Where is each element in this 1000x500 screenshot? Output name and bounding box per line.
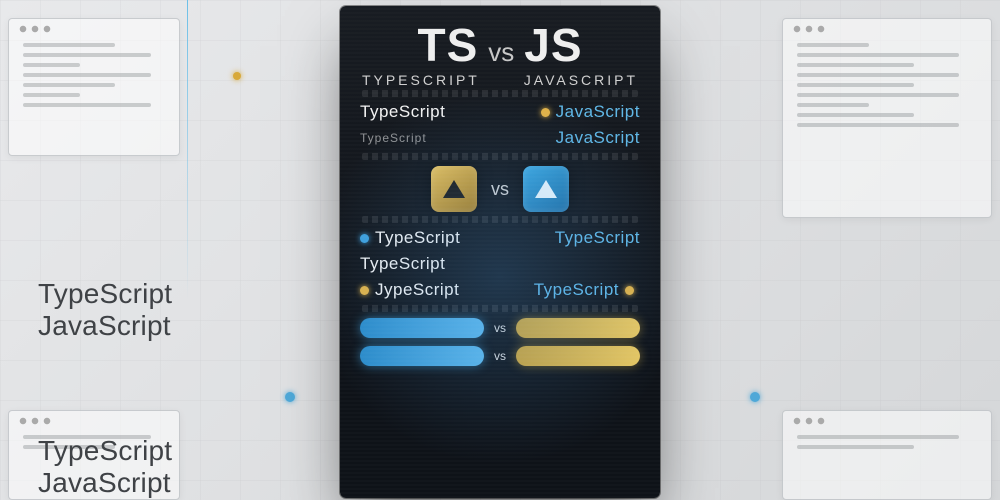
ghost-window-top-left [8,18,180,156]
comparison-box: TS vs JS TYPESCRIPT JAVASCRIPT TypeScrip… [340,6,660,498]
decorative-code-line [362,305,638,312]
bullet-icon [541,108,550,117]
pill-row-1: vs [340,314,660,342]
row2-left: TypeScript [360,131,427,145]
box-heading: TS vs JS [340,6,660,74]
pill-blue [360,318,484,338]
bullet-icon [625,286,634,295]
js-logo-tile [523,166,569,212]
pill-vs-2: vs [494,349,506,363]
pill-gold [516,346,640,366]
heading-js: JS [524,18,582,72]
word-row-2: TypeScript JavaScript [340,125,660,151]
pill-vs-1: vs [494,321,506,335]
center-logo-row: vs [340,166,660,212]
side-label-js: JavaScript [38,310,172,342]
box-subheading: TYPESCRIPT JAVASCRIPT [340,72,660,88]
side-label-ts-2: TypeScript [38,435,172,467]
row5-right: TypeScript [534,280,619,299]
ts-logo-tile [431,166,477,212]
bullet-icon [360,286,369,295]
triangle-icon [535,180,557,198]
row3-left: TypeScript [375,228,460,247]
heading-vs: vs [488,37,514,68]
vertical-guide-line [187,0,188,500]
row3-right: TypeScript [555,228,640,248]
pill-blue [360,346,484,366]
heading-ts: TS [417,18,478,72]
decorative-code-line [362,153,638,160]
decorative-code-line [362,90,638,97]
word-row-3: TypeScript TypeScript [340,225,660,251]
subheading-js: JAVASCRIPT [524,72,638,88]
side-label-ts: TypeScript [38,278,172,310]
row1-left: TypeScript [360,102,445,122]
row1-right: JavaScript [556,102,640,121]
side-label-js-2: JavaScript [38,467,172,499]
ghost-window-top-right [782,18,992,218]
subheading-ts: TYPESCRIPT [362,72,480,88]
row2-right: JavaScript [556,128,640,148]
pill-row-2: vs [340,342,660,370]
side-label-upper: TypeScript JavaScript [38,278,172,342]
pill-gold [516,318,640,338]
word-row-1: TypeScript JavaScript [340,99,660,125]
accent-dot-blue-right [750,392,760,402]
bullet-icon [360,234,369,243]
center-vs-text: vs [491,179,509,200]
accent-dot-yellow [233,72,241,80]
decorative-code-line [362,216,638,223]
side-label-lower: TypeScript JavaScript [38,435,172,499]
triangle-icon [443,180,465,198]
row5-left: JypeScript [375,280,459,299]
word-row-4: TypeScript [340,251,660,277]
word-row-5: JypeScript TypeScript [340,277,660,303]
row4-left: TypeScript [360,254,445,274]
ghost-window-bottom-right [782,410,992,500]
accent-dot-blue-left [285,392,295,402]
